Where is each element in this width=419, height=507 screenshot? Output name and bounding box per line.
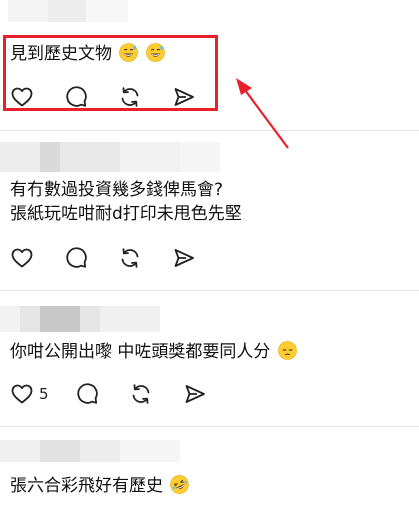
reply-button[interactable] xyxy=(64,246,88,270)
annotation-arrow xyxy=(236,78,289,149)
comment-actions: 5 xyxy=(10,381,237,407)
pensive-emoji xyxy=(278,341,297,360)
like-button[interactable]: 5 xyxy=(10,382,49,406)
share-button[interactable] xyxy=(183,382,207,406)
comment-thread: 見到歷史文物 有冇數過投資幾多錢俾馬會? 張紙玩咗咁耐d打印未甩色先堅 你咁公開… xyxy=(0,0,419,507)
repost-button[interactable] xyxy=(129,382,153,406)
like-count: 5 xyxy=(39,385,49,403)
divider xyxy=(0,290,419,291)
like-button[interactable] xyxy=(10,246,34,270)
speech-bubble-icon xyxy=(66,247,87,268)
username-redacted xyxy=(0,306,160,332)
speech-bubble-icon xyxy=(76,383,98,404)
repost-icon xyxy=(121,248,139,268)
divider xyxy=(0,426,419,427)
rofl-emoji xyxy=(170,475,190,494)
comment-line: 張紙玩咗咁耐d打印未甩色先堅 xyxy=(10,204,242,224)
comment-line: 有冇數過投資幾多錢俾馬會? xyxy=(10,180,224,200)
send-icon xyxy=(174,249,194,267)
comment-text: 有冇數過投資幾多錢俾馬會? 張紙玩咗咁耐d打印未甩色先堅 xyxy=(10,178,242,226)
reply-button[interactable] xyxy=(75,382,99,406)
comment-line: 張六合彩飛好有歷史 xyxy=(10,476,163,496)
repost-button[interactable] xyxy=(118,246,142,270)
repost-icon xyxy=(132,384,149,404)
comment-text: 張六合彩飛好有歷史 xyxy=(10,474,190,498)
comment-text: 你咁公開出嚟 中咗頭獎都要同人分 xyxy=(10,340,297,364)
username-redacted xyxy=(0,440,180,462)
send-icon xyxy=(185,385,205,403)
comment-actions xyxy=(10,245,226,271)
heart-icon xyxy=(11,248,33,268)
share-button[interactable] xyxy=(172,246,196,270)
comment-line: 你咁公開出嚟 中咗頭獎都要同人分 xyxy=(10,342,271,362)
heart-icon xyxy=(11,384,33,404)
